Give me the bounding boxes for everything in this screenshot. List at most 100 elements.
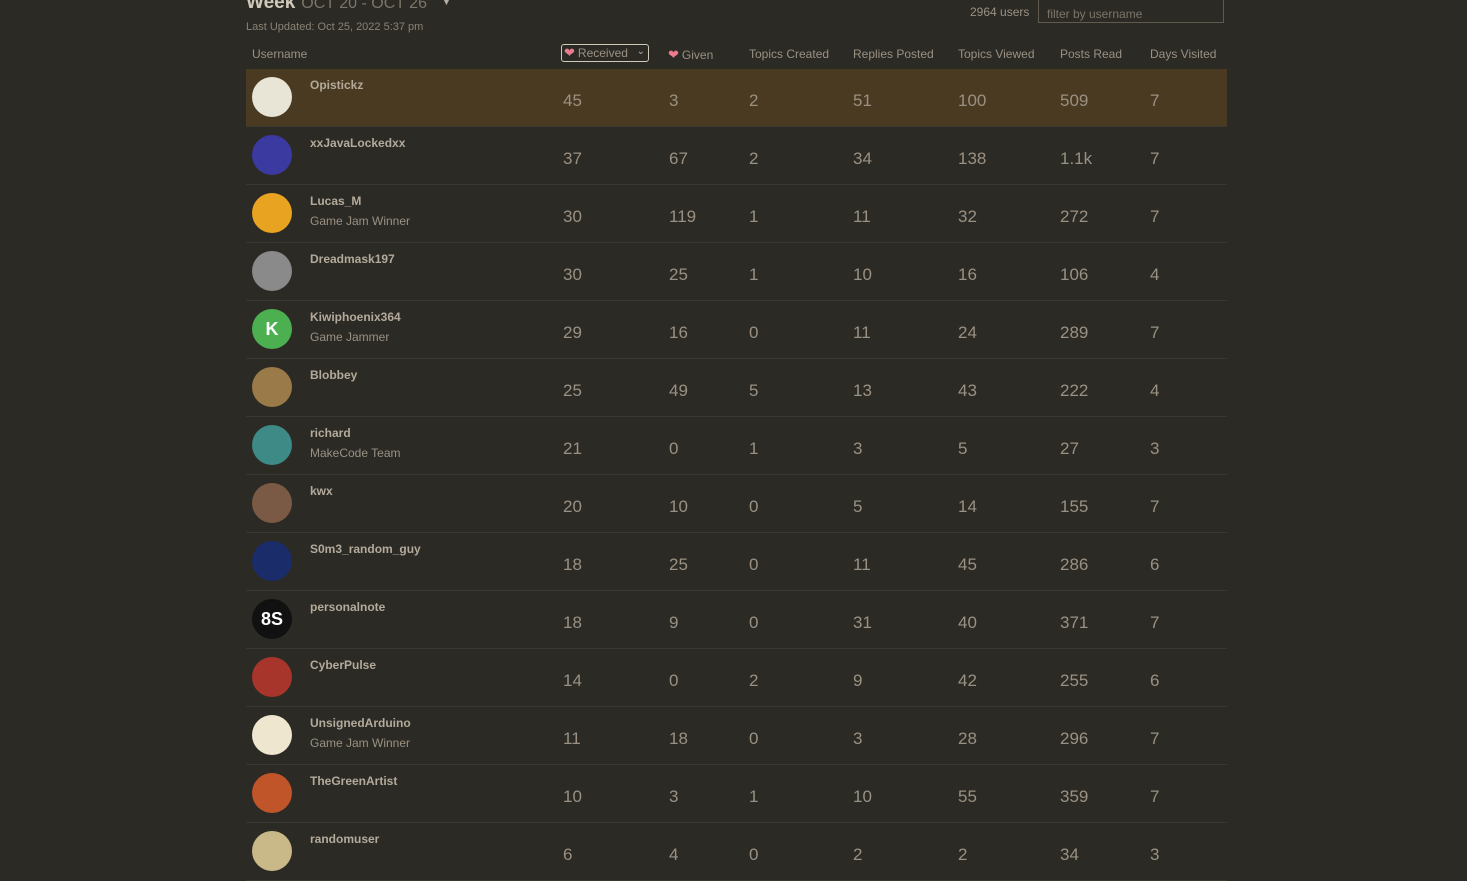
cell-posts-read: 222	[1060, 381, 1089, 400]
table-row[interactable]: xxJavaLockedxx 37 67 2 34 138 1.1k 7	[246, 127, 1227, 185]
last-updated: Last Updated: Oct 25, 2022 5:37 pm	[246, 21, 424, 33]
cell-topics-viewed: 2	[958, 845, 968, 864]
cell-topics-viewed: 45	[958, 555, 977, 574]
col-header-posts-read[interactable]: Posts Read	[1060, 47, 1122, 61]
cell-days-visited: 7	[1150, 91, 1160, 110]
table-row[interactable]: Blobbey 25 49 5 13 43 222 4	[246, 359, 1227, 417]
cell-topics-viewed: 24	[958, 323, 977, 342]
cell-posts-read: 255	[1060, 671, 1089, 690]
cell-received: 6	[563, 845, 573, 864]
table-row[interactable]: UnsignedArduino Game Jam Winner 11 18 0 3 28 29…	[246, 707, 1227, 765]
bird-avatar[interactable]	[252, 367, 292, 407]
cell-days-visited: 4	[1150, 381, 1160, 400]
cell-days-visited: 6	[1150, 555, 1160, 574]
table-row[interactable]: CyberPulse 14 0 2 9 42 255 6	[246, 649, 1227, 707]
username-link[interactable]: richard	[310, 426, 351, 440]
cell-topics-created: 0	[749, 555, 759, 574]
cell-topics-created: 0	[749, 613, 759, 632]
period-label: Week	[246, 0, 296, 13]
cell-replies-posted: 11	[853, 555, 871, 574]
mask-avatar[interactable]	[252, 251, 292, 291]
username-link[interactable]: Kiwiphoenix364	[310, 310, 401, 324]
cell-given: 25	[669, 265, 688, 284]
username-link[interactable]: Lucas_M	[310, 194, 361, 208]
col-header-topics-viewed[interactable]: Topics Viewed	[958, 47, 1035, 61]
period-title[interactable]: Week OCT 20 - OCT 26 ▼	[246, 0, 452, 14]
photo-avatar[interactable]	[252, 483, 292, 523]
col-header-topics-created[interactable]: Topics Created	[749, 47, 829, 61]
cell-days-visited: 7	[1150, 323, 1160, 342]
table-row[interactable]: richard MakeCode Team 21 0 1 3 5 27 3	[246, 417, 1227, 475]
col-header-username[interactable]: Username	[252, 47, 307, 61]
table-row[interactable]: K Kiwiphoenix364 Game Jammer 29 16 0 11 24 289 7	[246, 301, 1227, 359]
username-link[interactable]: xxJavaLockedxx	[310, 136, 405, 150]
table-row[interactable]: 8S personalnote 18 9 0 31 40 371 7	[246, 591, 1227, 649]
col-header-days-visited[interactable]: Days Visited	[1150, 47, 1216, 61]
table-row[interactable]: kwx 20 10 0 5 14 155 7	[246, 475, 1227, 533]
cell-posts-read: 509	[1060, 91, 1089, 110]
user-title: Game Jam Winner	[310, 736, 411, 750]
cell-topics-viewed: 5	[958, 439, 968, 458]
cell-received: 20	[563, 497, 582, 516]
cell-topics-created: 1	[749, 265, 759, 284]
table-row[interactable]: TheGreenArtist 10 3 1 10 55 359 7	[246, 765, 1227, 823]
cell-topics-created: 1	[749, 787, 759, 806]
text-avatar[interactable]: 8S	[252, 599, 292, 639]
cell-posts-read: 371	[1060, 613, 1089, 632]
cell-given: 4	[669, 845, 679, 864]
cell-given: 119	[669, 207, 697, 226]
username-link[interactable]: UnsignedArduino	[310, 716, 411, 730]
username-link[interactable]: randomuser	[310, 832, 379, 846]
cell-topics-viewed: 138	[958, 149, 987, 168]
table-row[interactable]: S0m3_random_guy 18 25 0 11 45 286 6	[246, 533, 1227, 591]
users-table: Opistickz 45 3 2 51 100 509 7 xxJavaLockedxx 37 67…	[246, 69, 1227, 881]
user-title: MakeCode Team	[310, 446, 401, 460]
cell-days-visited: 7	[1150, 207, 1160, 226]
face-avatar[interactable]	[252, 135, 292, 175]
cell-replies-posted: 11	[853, 207, 871, 226]
cell-received: 11	[563, 729, 581, 748]
robot-avatar[interactable]	[252, 657, 292, 697]
letter-avatar[interactable]: K	[252, 309, 292, 349]
username-link[interactable]: kwx	[310, 484, 333, 498]
table-row[interactable]: Lucas_M Game Jam Winner 30 119 1 11 32 272 7	[246, 185, 1227, 243]
table-row[interactable]: Opistickz 45 3 2 51 100 509 7	[246, 69, 1227, 127]
username-link[interactable]: personalnote	[310, 600, 385, 614]
cell-posts-read: 34	[1060, 845, 1079, 864]
table-row[interactable]: randomuser 6 4 0 2 2 34 3	[246, 823, 1227, 881]
cell-posts-read: 155	[1060, 497, 1089, 516]
col-header-given[interactable]: ❤ Given	[668, 47, 713, 63]
cell-topics-viewed: 55	[958, 787, 977, 806]
username-link[interactable]: TheGreenArtist	[310, 774, 397, 788]
col-header-replies-posted[interactable]: Replies Posted	[853, 47, 934, 61]
heart-icon: ❤	[564, 45, 575, 60]
creature-avatar[interactable]	[252, 425, 292, 465]
cell-topics-viewed: 32	[958, 207, 977, 226]
username-link[interactable]: CyberPulse	[310, 658, 376, 672]
space-avatar[interactable]	[252, 541, 292, 581]
filter-username-input[interactable]	[1038, 0, 1224, 23]
col-header-given-label: Given	[681, 48, 714, 62]
logo-avatar[interactable]	[252, 715, 292, 755]
username-link[interactable]: S0m3_random_guy	[310, 542, 421, 556]
cell-days-visited: 7	[1150, 149, 1160, 168]
cell-replies-posted: 3	[853, 439, 863, 458]
cartoon-avatar[interactable]	[252, 193, 292, 233]
cell-posts-read: 289	[1060, 323, 1089, 342]
cell-days-visited: 7	[1150, 497, 1160, 516]
chevron-down-icon[interactable]: ▼	[441, 0, 452, 8]
user-title: Game Jam Winner	[310, 214, 411, 228]
date-range: OCT 20 - OCT 26	[301, 0, 427, 12]
sort-received-select[interactable]: ❤ Received ⌄	[561, 44, 649, 62]
cell-topics-created: 0	[749, 323, 759, 342]
username-link[interactable]: Blobbey	[310, 368, 357, 382]
cell-replies-posted: 9	[853, 671, 863, 690]
opistickz-avatar[interactable]	[252, 77, 292, 117]
username-link[interactable]: Opistickz	[310, 78, 363, 92]
cell-days-visited: 4	[1150, 265, 1160, 284]
character-avatar[interactable]	[252, 773, 292, 813]
sprite-avatar[interactable]	[252, 831, 292, 871]
table-row[interactable]: Dreadmask197 30 25 1 10 16 106 4	[246, 243, 1227, 301]
cell-days-visited: 7	[1150, 729, 1160, 748]
username-link[interactable]: Dreadmask197	[310, 252, 395, 266]
